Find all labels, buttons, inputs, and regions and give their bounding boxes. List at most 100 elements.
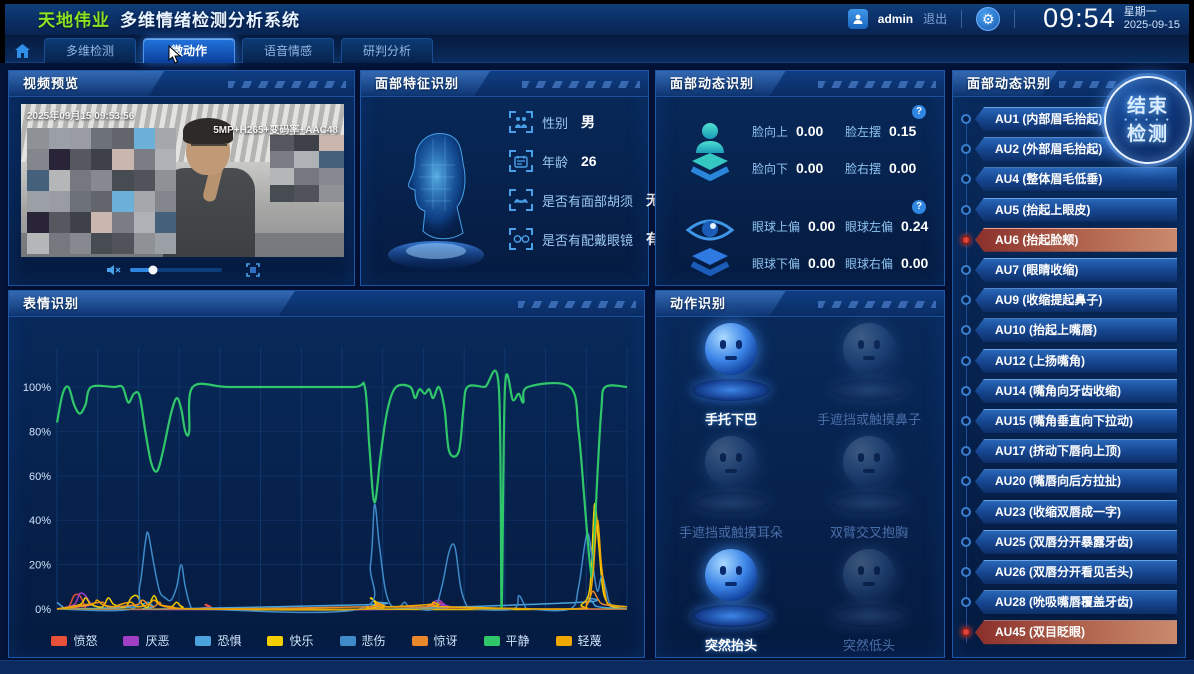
action-label: 手遮挡或触摸耳朵 <box>679 522 783 541</box>
tab-1[interactable]: 多维检测 <box>44 38 136 63</box>
legend-item[interactable]: 惊讶 <box>412 632 458 649</box>
au-item[interactable]: AU15 (嘴角垂直向下拉动) <box>953 409 1177 433</box>
logout-button[interactable]: 退出 <box>923 10 947 27</box>
metric: 脸右摆0.00 <box>845 160 932 177</box>
clock-weekday: 星期一 <box>1124 6 1180 19</box>
au-item[interactable]: AU4 (整体眉毛低垂) <box>953 167 1177 191</box>
svg-text:0%: 0% <box>35 604 51 616</box>
panel-title: 面部动态识别 <box>656 71 944 96</box>
au-item[interactable]: AU20 (嘴唇向后方拉扯) <box>953 469 1177 493</box>
au-status-dot <box>961 597 971 607</box>
legend-item[interactable]: 轻蔑 <box>556 632 602 649</box>
mute-icon[interactable] <box>106 264 122 276</box>
legend-item[interactable]: 恐惧 <box>195 632 241 649</box>
end-button-dots: ● ● ● ● ● <box>1124 118 1172 123</box>
app-root: 天地伟业 多维情绪检测分析系统 admin 退出 ⚙ 09:54 星期一 202… <box>0 0 1194 674</box>
au-status-dot <box>961 356 971 366</box>
au-label: AU10 (抬起上嘴唇) <box>975 318 1177 342</box>
legend-item[interactable]: 快乐 <box>267 632 313 649</box>
au-item[interactable]: AU6 (抬起脸颊) <box>953 228 1177 252</box>
tab-2[interactable]: 微动作 <box>143 38 235 63</box>
tab-3[interactable]: 语音情感 <box>242 38 334 63</box>
mouse-cursor <box>168 45 183 65</box>
action-orb-icon <box>688 549 774 627</box>
metric-value: 0.00 <box>808 255 835 271</box>
metric-value: 0.24 <box>901 218 928 234</box>
legend-swatch <box>412 636 428 646</box>
au-item[interactable]: AU12 (上扬嘴角) <box>953 349 1177 373</box>
action-item[interactable]: 双臂交叉抱胸 <box>800 436 938 549</box>
action-label: 突然抬头 <box>705 635 757 654</box>
au-item[interactable]: AU5 (抬起上眼皮) <box>953 198 1177 222</box>
au-label: AU14 (嘴角向牙齿收缩) <box>975 379 1177 403</box>
username-label: admin <box>878 12 913 26</box>
tab-4[interactable]: 研判分析 <box>341 38 433 63</box>
metrics-grid: 脸向上0.00脸左摆0.15脸向下0.00脸右摆0.00 <box>752 123 932 177</box>
volume-knob[interactable] <box>148 266 157 275</box>
action-item[interactable]: 突然抬头 <box>662 549 800 662</box>
end-detection-button[interactable]: 结束 ● ● ● ● ● 检测 <box>1104 76 1192 164</box>
feature-row: 性别男 <box>509 111 640 133</box>
au-item[interactable]: AU25 (双唇分开暴露牙齿) <box>953 530 1177 554</box>
svg-text:20%: 20% <box>29 560 51 572</box>
action-orb-icon <box>826 436 912 514</box>
beard-icon <box>509 189 533 211</box>
au-label: AU4 (整体眉毛低垂) <box>975 167 1177 191</box>
au-item[interactable]: AU10 (抬起上嘴唇) <box>953 318 1177 342</box>
au-item[interactable]: AU17 (挤动下唇向上顶) <box>953 439 1177 463</box>
action-label: 突然低头 <box>843 635 895 654</box>
divider <box>961 10 962 28</box>
action-item[interactable]: 手遮挡或触摸鼻子 <box>800 323 938 436</box>
feature-row: 是否有配戴眼镜有 <box>509 228 640 250</box>
au-item[interactable]: AU45 (双目眨眼) <box>953 620 1177 644</box>
panel-header: 视频预览 <box>9 71 354 97</box>
metric-value: 0.00 <box>808 218 835 234</box>
metric-label: 眼球下偏 <box>752 255 800 272</box>
svg-text:40%: 40% <box>29 515 51 527</box>
action-item[interactable]: 突然低头 <box>800 549 938 662</box>
divider <box>1014 10 1015 28</box>
fullscreen-icon[interactable] <box>246 263 260 277</box>
au-status-dot <box>961 265 971 275</box>
au-item[interactable]: AU28 (吮吸嘴唇覆盖牙齿) <box>953 590 1177 614</box>
action-item[interactable]: 手托下巴 <box>662 323 800 436</box>
home-icon[interactable] <box>5 38 39 63</box>
metric: 眼球右偏 0.00 <box>845 255 932 272</box>
settings-gear-icon[interactable]: ⚙ <box>976 7 1000 31</box>
au-status-dot <box>961 537 971 547</box>
legend-label: 恐惧 <box>217 632 241 649</box>
action-label: 双臂交叉抱胸 <box>830 522 908 541</box>
panel-title: 视频预览 <box>9 71 354 96</box>
au-status-dot <box>961 235 971 245</box>
au-status-dot <box>961 174 971 184</box>
help-icon[interactable]: ? <box>912 105 926 119</box>
legend-item[interactable]: 平静 <box>484 632 530 649</box>
action-recognition-panel: 动作识别 手托下巴手遮挡或触摸鼻子手遮挡或触摸耳朵双臂交叉抱胸突然抬头突然低头 <box>655 290 945 658</box>
metric-label: 眼球右偏 <box>845 255 893 272</box>
au-label: AU23 (收缩双唇成一字) <box>975 500 1177 524</box>
volume-slider[interactable] <box>130 268 222 272</box>
legend-item[interactable]: 悲伤 <box>340 632 386 649</box>
help-icon[interactable]: ? <box>912 200 926 214</box>
clock-time: 09:54 <box>1043 3 1116 34</box>
au-item[interactable]: AU14 (嘴角向牙齿收缩) <box>953 379 1177 403</box>
au-label: AU15 (嘴角垂直向下拉动) <box>975 409 1177 433</box>
au-label: AU25 (双唇分开暴露牙齿) <box>975 530 1177 554</box>
metric: 眼球左偏0.24 <box>845 218 932 235</box>
legend-label: 厌恶 <box>145 632 169 649</box>
au-status-dot <box>961 295 971 305</box>
legend-item[interactable]: 愤怒 <box>51 632 97 649</box>
au-item[interactable]: AU7 (眼睛收缩) <box>953 258 1177 282</box>
face-features-panel: 面部特征识别 <box>360 70 649 286</box>
action-item[interactable]: 手遮挡或触摸耳朵 <box>662 436 800 549</box>
au-item[interactable]: AU23 (收缩双唇成一字) <box>953 500 1177 524</box>
au-item[interactable]: AU26 (双唇分开看见舌头) <box>953 560 1177 584</box>
action-orb-icon <box>688 323 774 401</box>
legend-item[interactable]: 厌恶 <box>123 632 169 649</box>
action-orb-icon <box>826 549 912 627</box>
feature-label: 年龄 <box>542 152 568 171</box>
au-item[interactable]: AU9 (收缩提起鼻子) <box>953 288 1177 312</box>
metric-value: 0.00 <box>901 255 928 271</box>
legend-swatch <box>123 636 139 646</box>
video-frame[interactable]: 2025年09月15 09:53:56 5MP+H265+变码率+AAC48 <box>21 104 344 257</box>
